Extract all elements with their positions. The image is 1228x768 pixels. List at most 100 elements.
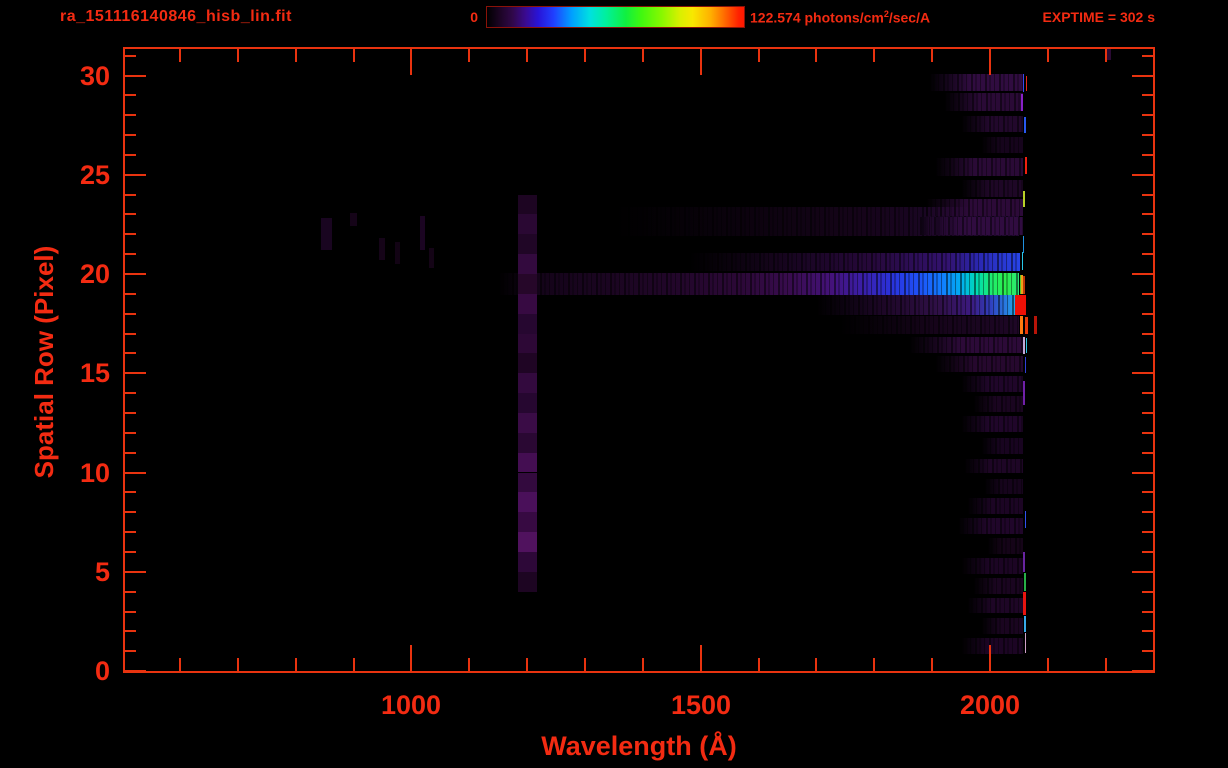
y-axis-tick bbox=[1142, 134, 1153, 136]
y-tick-label: 15 bbox=[79, 358, 110, 388]
y-axis-tick bbox=[1142, 550, 1153, 553]
x-axis-tick bbox=[179, 49, 181, 62]
y-axis-tick bbox=[125, 134, 136, 136]
x-axis-tick bbox=[931, 49, 933, 62]
lyman-alpha-band-segment bbox=[518, 452, 538, 473]
noise-band bbox=[943, 93, 1024, 112]
lyman-alpha-band-segment bbox=[518, 333, 538, 354]
y-axis-tick bbox=[1142, 392, 1153, 395]
y-axis-tick bbox=[1132, 372, 1153, 375]
y-tick-label: 5 bbox=[94, 557, 110, 587]
x-axis-tick bbox=[931, 658, 933, 671]
noise-band bbox=[972, 396, 1024, 412]
colorbar-max-value: 122.574 photons/cm bbox=[750, 9, 884, 26]
x-axis-tick bbox=[988, 645, 991, 671]
x-tick-label: 2000 bbox=[959, 690, 1021, 720]
y-axis-tick bbox=[1142, 610, 1153, 613]
y-axis-tick bbox=[1142, 153, 1153, 156]
x-tick-label: 1000 bbox=[380, 690, 442, 720]
emission-line-segment bbox=[1024, 117, 1026, 134]
lyman-alpha-band-segment bbox=[518, 532, 538, 552]
emission-line-segment bbox=[1019, 315, 1024, 334]
x-axis-tick bbox=[352, 658, 355, 671]
lyman-alpha-band-segment bbox=[518, 571, 538, 592]
noise-band bbox=[963, 458, 1023, 474]
noise-band bbox=[908, 336, 1023, 354]
y-axis-tick bbox=[1142, 352, 1153, 355]
emission-line-segment bbox=[1024, 572, 1026, 591]
x-axis-tick bbox=[179, 658, 181, 671]
faint-smudge bbox=[1106, 49, 1112, 60]
y-axis-tick bbox=[125, 233, 136, 236]
noise-band bbox=[934, 157, 1023, 176]
y-axis-tick bbox=[125, 193, 136, 196]
y-axis-tick bbox=[1142, 332, 1153, 335]
y-axis-tick bbox=[125, 451, 136, 454]
noise-band bbox=[960, 179, 1023, 197]
y-axis-tick bbox=[125, 213, 136, 216]
noise-band bbox=[981, 137, 1023, 153]
faint-smudge bbox=[321, 218, 333, 251]
colorbar-min-label: 0 bbox=[470, 9, 478, 25]
y-axis-tick bbox=[1132, 273, 1153, 275]
colorbar bbox=[486, 6, 745, 28]
y-axis-tick bbox=[1132, 670, 1153, 671]
noise-band bbox=[958, 518, 1023, 535]
y-axis-tick bbox=[1142, 491, 1153, 494]
spectral-band-trace-row18 bbox=[816, 294, 1016, 315]
spectral-band-trace-row21 bbox=[689, 253, 1020, 272]
x-axis-tick bbox=[1046, 49, 1049, 62]
x-axis-tick bbox=[641, 658, 644, 671]
colorbar-max-label: 122.574 photons/cm2/sec/A bbox=[750, 9, 930, 26]
emission-line-segment bbox=[1025, 337, 1027, 354]
x-axis-tick bbox=[757, 49, 760, 62]
y-axis-tick bbox=[1142, 114, 1153, 117]
x-tick-label: 1500 bbox=[670, 690, 732, 720]
noise-band bbox=[960, 376, 1023, 393]
lyman-alpha-band-segment bbox=[518, 293, 538, 314]
emission-line-segment bbox=[1025, 633, 1027, 654]
emission-line-segment bbox=[1021, 252, 1024, 271]
y-axis-tick bbox=[1142, 312, 1153, 315]
y-axis-tick bbox=[125, 332, 136, 335]
y-axis-tick bbox=[125, 114, 136, 117]
spectral-band-trace-main bbox=[498, 273, 1019, 295]
noise-band bbox=[984, 478, 1023, 495]
noise-band bbox=[987, 538, 1023, 554]
y-axis-tick bbox=[125, 94, 136, 97]
x-axis-tick bbox=[294, 658, 297, 671]
x-axis-tick bbox=[468, 49, 471, 62]
y-axis-tick bbox=[125, 292, 136, 295]
x-axis-tick bbox=[699, 49, 702, 75]
y-axis-tick bbox=[1142, 531, 1153, 533]
y-axis-tick bbox=[125, 590, 136, 593]
y-axis-tick bbox=[125, 431, 136, 434]
x-axis-tick bbox=[468, 658, 471, 671]
lyman-alpha-band-segment bbox=[518, 194, 538, 215]
emission-line-segment bbox=[1024, 316, 1029, 334]
y-tick-label: 25 bbox=[79, 160, 110, 190]
y-axis-tick bbox=[1142, 511, 1153, 514]
y-axis-tick bbox=[125, 392, 136, 395]
y-axis-tick bbox=[1142, 193, 1153, 196]
x-axis-tick bbox=[236, 49, 239, 62]
y-axis-tick bbox=[125, 630, 136, 633]
y-axis-tick bbox=[1142, 451, 1153, 454]
y-axis-tick bbox=[1142, 590, 1153, 593]
y-tick-label: 0 bbox=[94, 656, 110, 686]
lyman-alpha-band-segment bbox=[518, 551, 538, 572]
emission-line-segment bbox=[1033, 315, 1038, 334]
lyman-alpha-band-segment bbox=[518, 353, 538, 374]
x-axis-tick bbox=[1046, 658, 1049, 671]
y-axis-tick bbox=[1142, 253, 1153, 256]
y-axis-tick bbox=[1142, 292, 1153, 295]
lyman-alpha-band-segment bbox=[518, 472, 538, 493]
emission-line-segment bbox=[1023, 381, 1026, 405]
noise-band bbox=[981, 618, 1023, 635]
noise-band bbox=[966, 498, 1023, 515]
x-axis-title: Wavelength (Å) bbox=[541, 731, 737, 761]
lyman-alpha-band-segment bbox=[518, 254, 538, 274]
emission-line-segment bbox=[1024, 357, 1027, 374]
faint-smudge bbox=[379, 238, 386, 261]
y-axis-tick bbox=[1132, 570, 1153, 573]
